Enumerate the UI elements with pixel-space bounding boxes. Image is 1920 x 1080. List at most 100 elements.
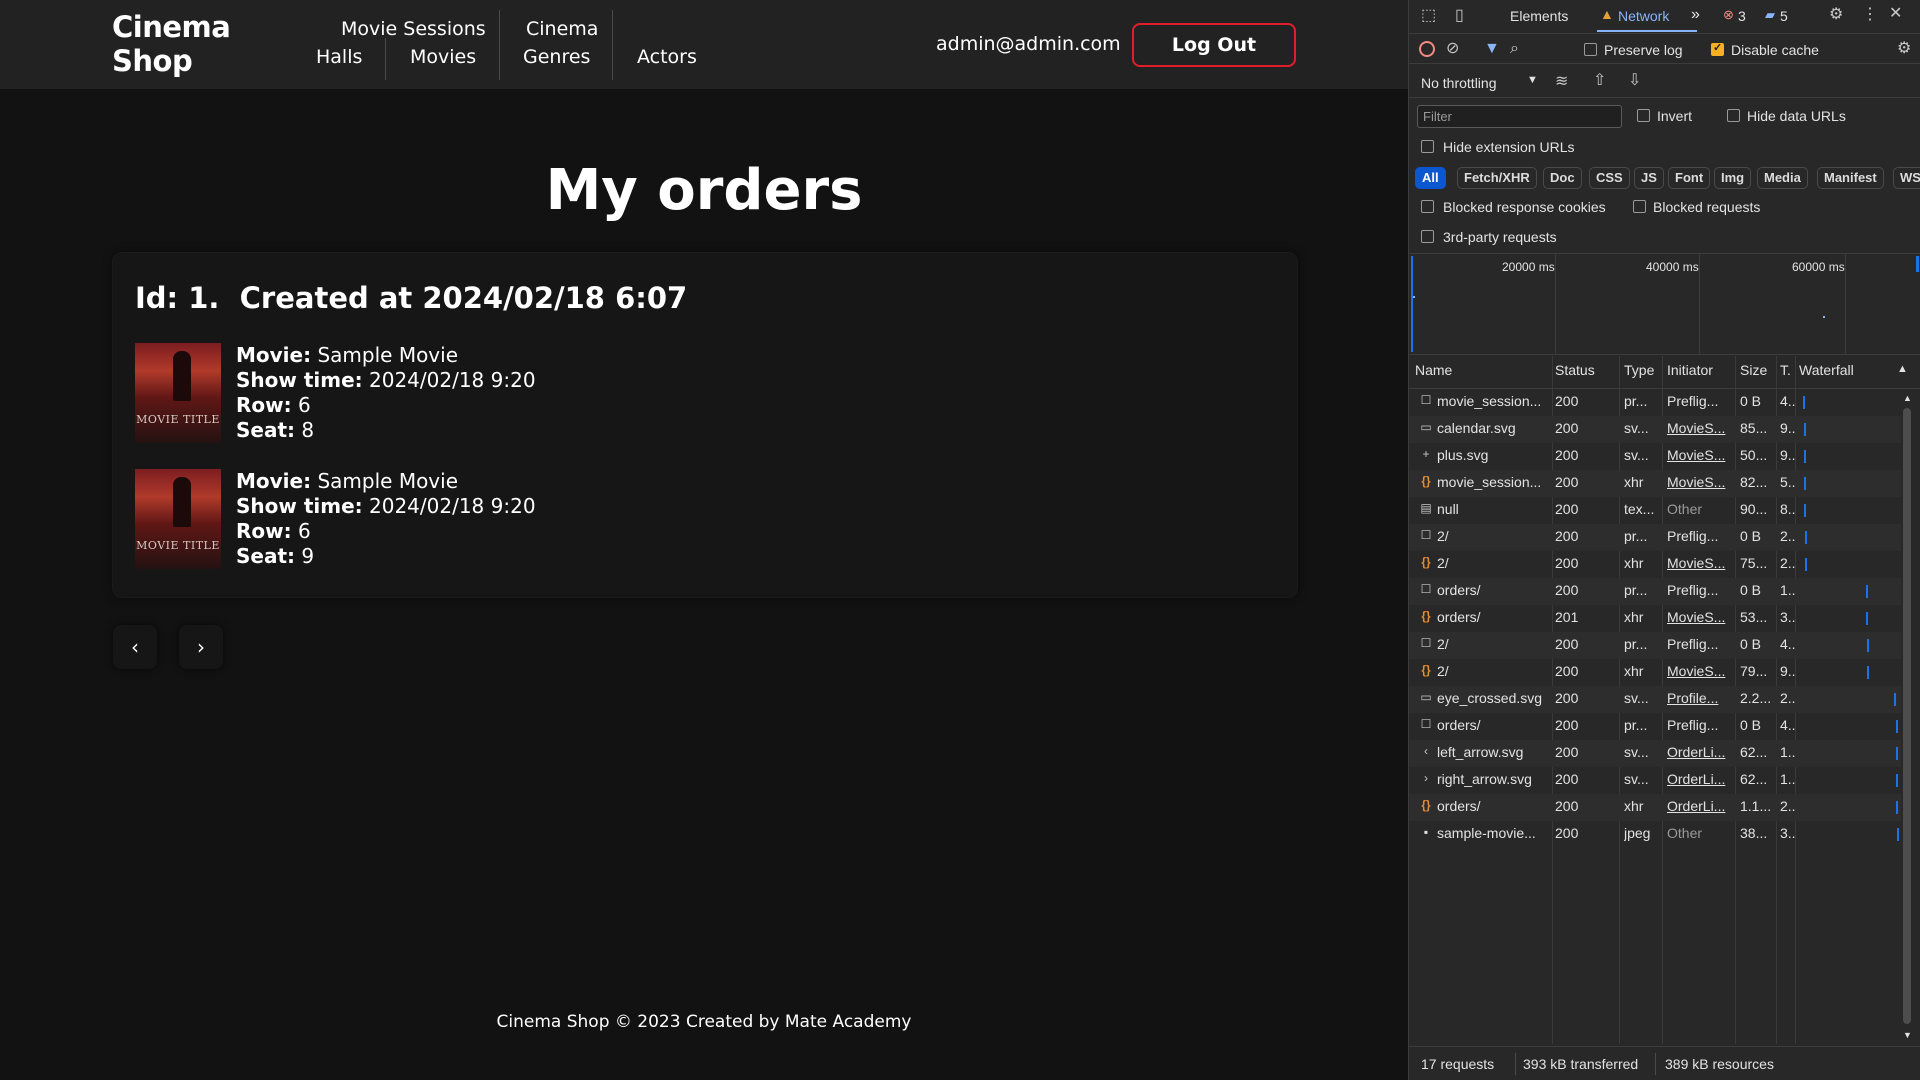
blocked-cookies-label: Blocked response cookies xyxy=(1443,199,1606,215)
filter-chip-all[interactable]: All xyxy=(1415,167,1446,189)
settings-gear-icon[interactable]: ⚙ xyxy=(1829,6,1843,24)
tab-elements[interactable]: Elements xyxy=(1510,8,1568,24)
showtime-value: 2024/02/18 9:20 xyxy=(369,494,536,518)
request-initiator[interactable]: MovieS... xyxy=(1667,447,1727,463)
filter-chip-img[interactable]: Img xyxy=(1714,167,1752,189)
scroll-down-icon[interactable]: ▼ xyxy=(1903,1030,1912,1040)
network-settings-gear-icon[interactable]: ⚙ xyxy=(1897,40,1911,58)
waterfall-bar xyxy=(1803,396,1805,409)
timeline-handle-right[interactable] xyxy=(1916,256,1919,272)
import-har-icon[interactable]: ⇧ xyxy=(1593,72,1606,90)
disable-cache-checkbox[interactable] xyxy=(1711,41,1724,56)
request-initiator[interactable]: MovieS... xyxy=(1667,663,1727,679)
ticket-item: MOVIE TITLE Movie: Sample Movie Show tim… xyxy=(135,343,735,443)
row-label: Row: xyxy=(236,393,292,417)
request-time: 1.. xyxy=(1780,582,1796,598)
request-row[interactable]: ▤ null 200 tex... Other 90... 8.. xyxy=(1409,497,1901,524)
close-icon[interactable]: ✕ xyxy=(1889,5,1902,23)
poster-title-text: MOVIE TITLE xyxy=(136,413,220,426)
kebab-menu-icon[interactable]: ⋮ xyxy=(1862,6,1878,24)
hide-extension-urls-checkbox[interactable] xyxy=(1421,140,1434,153)
request-row[interactable]: {} 2/200 xhr MovieS... 79... 9.. xyxy=(1409,659,1901,686)
disable-cache-label: Disable cache xyxy=(1731,42,1819,58)
nav-movie-sessions[interactable]: Movie Sessions xyxy=(341,16,486,43)
request-row[interactable]: ▭ calendar.svg 200 sv... MovieS... 85... 9.. xyxy=(1409,416,1901,443)
nav-cinema[interactable]: Cinema xyxy=(526,16,598,43)
filter-chip-ws[interactable]: WS xyxy=(1893,167,1920,189)
request-row[interactable]: ☐ 2/200 pr... Preflig... 0 B 2.. xyxy=(1409,524,1901,551)
column-header-size[interactable]: Size xyxy=(1740,362,1767,378)
column-header-initiator[interactable]: Initiator xyxy=(1667,362,1713,378)
column-header-time[interactable]: T. xyxy=(1780,362,1791,378)
request-initiator[interactable]: OrderLi... xyxy=(1667,744,1727,760)
column-header-waterfall[interactable]: Waterfall xyxy=(1799,362,1854,378)
request-type: xhr xyxy=(1624,555,1644,571)
error-icon[interactable]: ⊗ xyxy=(1723,7,1734,23)
nav-actors[interactable]: Actors xyxy=(637,44,697,71)
nav-movies[interactable]: Movies xyxy=(410,44,476,71)
nav-halls[interactable]: Halls xyxy=(316,44,362,71)
request-initiator[interactable]: OrderLi... xyxy=(1667,771,1727,787)
blocked-requests-checkbox[interactable] xyxy=(1633,200,1646,213)
request-initiator[interactable]: MovieS... xyxy=(1667,474,1727,490)
column-header-status[interactable]: Status xyxy=(1555,362,1595,378)
request-row[interactable]: ‹ left_arrow.svg 200 sv... OrderLi... 62... 1.… xyxy=(1409,740,1901,767)
request-row[interactable]: ☐ orders/200 pr... Preflig... 0 B 1.. xyxy=(1409,578,1901,605)
device-toolbar-icon[interactable]: ▯ xyxy=(1455,7,1464,25)
filter-chip-manifest[interactable]: Manifest xyxy=(1817,167,1884,189)
request-type: sv... xyxy=(1624,447,1649,463)
request-type: pr... xyxy=(1624,393,1648,409)
request-row[interactable]: ☐ movie_session... 200 pr... Preflig... 0 B 4.… xyxy=(1409,389,1901,416)
request-row[interactable]: ☐ 2/200 pr... Preflig... 0 B 4.. xyxy=(1409,632,1901,659)
request-row[interactable]: {} orders/201 xhr MovieS... 53... 3.. xyxy=(1409,605,1901,632)
request-initiator[interactable]: OrderLi... xyxy=(1667,798,1727,814)
clear-icon[interactable]: ⊘ xyxy=(1446,40,1459,58)
invert-checkbox[interactable] xyxy=(1637,109,1650,122)
throttling-select[interactable]: No throttling xyxy=(1421,75,1496,91)
site-logo[interactable]: Cinema Shop xyxy=(112,10,231,78)
hide-data-urls-checkbox[interactable] xyxy=(1727,109,1740,122)
request-row[interactable]: ☐ orders/200 pr... Preflig... 0 B 4.. xyxy=(1409,713,1901,740)
request-initiator[interactable]: MovieS... xyxy=(1667,555,1727,571)
more-tabs-icon[interactable]: » xyxy=(1691,6,1700,24)
filter-input[interactable]: Filter xyxy=(1417,105,1622,128)
request-row[interactable]: {} movie_session... 200 xhr MovieS... 82... 5.… xyxy=(1409,470,1901,497)
prev-page-button[interactable]: ‹ xyxy=(113,625,157,669)
column-header-name[interactable]: Name xyxy=(1415,362,1452,378)
record-stop-icon[interactable] xyxy=(1419,41,1435,57)
request-row[interactable]: {} orders/200 xhr OrderLi... 1.1... 2.. xyxy=(1409,794,1901,821)
filter-chip-media[interactable]: Media xyxy=(1757,167,1808,189)
nav-genres[interactable]: Genres xyxy=(523,44,590,71)
logout-button[interactable]: Log Out xyxy=(1132,23,1296,67)
timeline-handle-left[interactable] xyxy=(1411,256,1413,352)
search-icon[interactable]: ⌕ xyxy=(1510,40,1519,58)
blocked-cookies-checkbox[interactable] xyxy=(1421,200,1434,213)
next-page-button[interactable]: › xyxy=(179,625,223,669)
message-icon[interactable]: ▰ xyxy=(1765,7,1775,23)
export-har-icon[interactable]: ⇩ xyxy=(1628,72,1641,90)
order-title: Id: 1. Created at 2024/02/18 6:07 xyxy=(135,281,688,315)
filter-funnel-icon[interactable]: ▼ xyxy=(1484,40,1500,58)
filter-chip-fetch-xhr[interactable]: Fetch/XHR xyxy=(1457,167,1537,189)
timeline-label: 20000 ms xyxy=(1502,260,1555,274)
tab-network[interactable]: Network xyxy=(1618,8,1669,24)
filter-chip-js[interactable]: JS xyxy=(1634,167,1664,189)
request-row[interactable]: {} 2/200 xhr MovieS... 75... 2.. xyxy=(1409,551,1901,578)
column-header-type[interactable]: Type xyxy=(1624,362,1654,378)
preserve-log-checkbox[interactable] xyxy=(1584,43,1597,56)
scroll-up-icon[interactable]: ▲ xyxy=(1903,393,1912,403)
request-initiator[interactable]: MovieS... xyxy=(1667,609,1727,625)
request-row[interactable]: ▭ eye_crossed.svg 200 sv... Profile... 2.2...… xyxy=(1409,686,1901,713)
request-initiator[interactable]: Profile... xyxy=(1667,690,1727,706)
request-row[interactable]: ▪ sample-movie... 200 jpeg Other 38... 3.. xyxy=(1409,821,1901,848)
request-row[interactable]: + plus.svg 200 sv... MovieS... 50... 9.. xyxy=(1409,443,1901,470)
inspect-element-icon[interactable]: ⬚ xyxy=(1421,7,1436,25)
filter-chip-doc[interactable]: Doc xyxy=(1543,167,1582,189)
filter-chip-font[interactable]: Font xyxy=(1668,167,1711,189)
request-row[interactable]: › right_arrow.svg 200 sv... OrderLi... 62... 1… xyxy=(1409,767,1901,794)
network-conditions-icon[interactable]: ≋ xyxy=(1555,73,1568,91)
request-initiator[interactable]: MovieS... xyxy=(1667,420,1727,436)
filter-chip-css[interactable]: CSS xyxy=(1589,167,1630,189)
scrollbar-thumb[interactable] xyxy=(1903,408,1911,1024)
third-party-checkbox[interactable] xyxy=(1421,230,1434,243)
